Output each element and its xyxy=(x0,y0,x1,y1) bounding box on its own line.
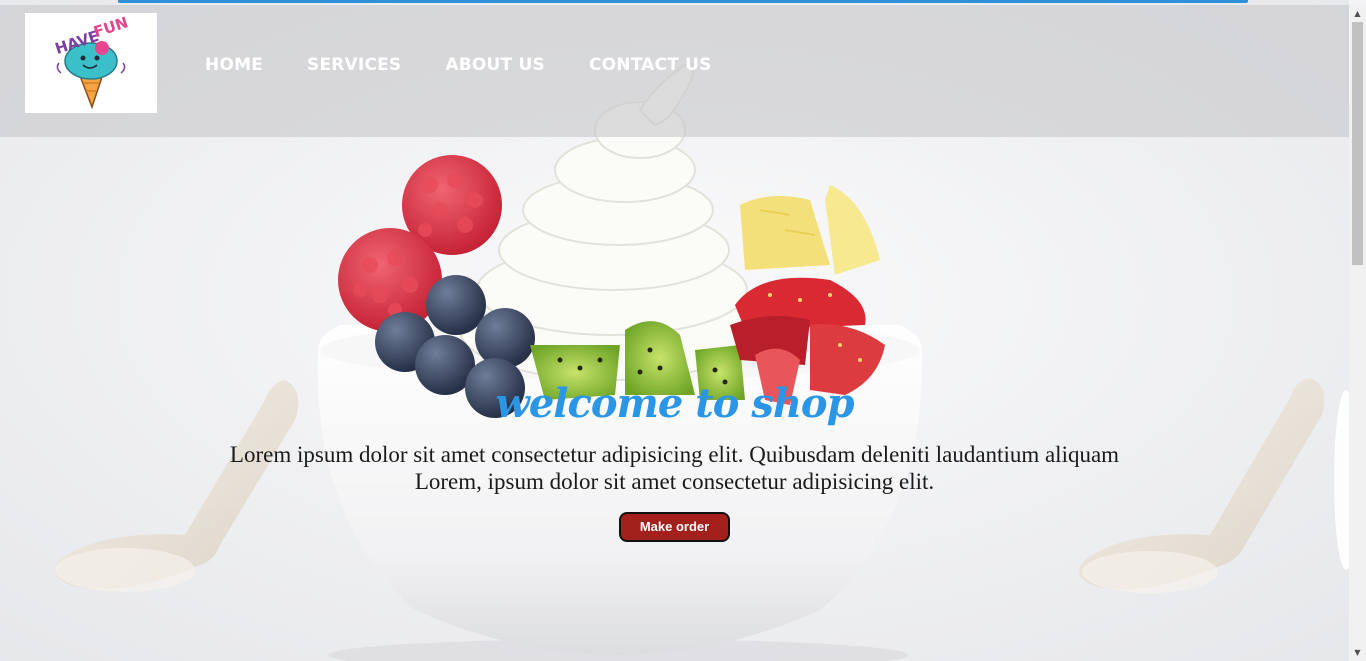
main-nav: HOME SERVICES ABOUT US CONTACT US xyxy=(183,55,734,75)
hero-description: Lorem ipsum dolor sit amet consectetur a… xyxy=(0,441,1349,495)
hero-text-line-2: Lorem, ipsum dolor sit amet consectetur … xyxy=(414,469,935,494)
hero-text-line-1: Lorem ipsum dolor sit amet consectetur a… xyxy=(229,442,1120,467)
scroll-down-arrow-icon[interactable]: ▼ xyxy=(1349,644,1366,661)
logo-text-fun: FUN xyxy=(91,13,130,41)
make-order-button[interactable]: Make order xyxy=(619,512,730,542)
top-accent-line xyxy=(118,0,1248,3)
hero-title: welcome to shop xyxy=(495,380,854,427)
page: HAVE FUN HOME SERVICES ABOUT US CONTACT … xyxy=(0,0,1366,661)
site-header: HAVE FUN HOME SERVICES ABOUT US CONTACT … xyxy=(0,5,1349,137)
vertical-scrollbar[interactable]: ▲ ▼ xyxy=(1349,5,1366,661)
nav-services[interactable]: SERVICES xyxy=(285,55,423,75)
scroll-thumb[interactable] xyxy=(1352,22,1363,265)
nav-home[interactable]: HOME xyxy=(183,55,285,75)
nav-contact-us[interactable]: CONTACT US xyxy=(567,55,734,75)
scroll-up-arrow-icon[interactable]: ▲ xyxy=(1349,5,1366,22)
nav-about-us[interactable]: ABOUT US xyxy=(423,55,567,75)
ice-cream-logo-icon: HAVE FUN xyxy=(53,13,130,110)
logo[interactable]: HAVE FUN xyxy=(25,13,157,113)
